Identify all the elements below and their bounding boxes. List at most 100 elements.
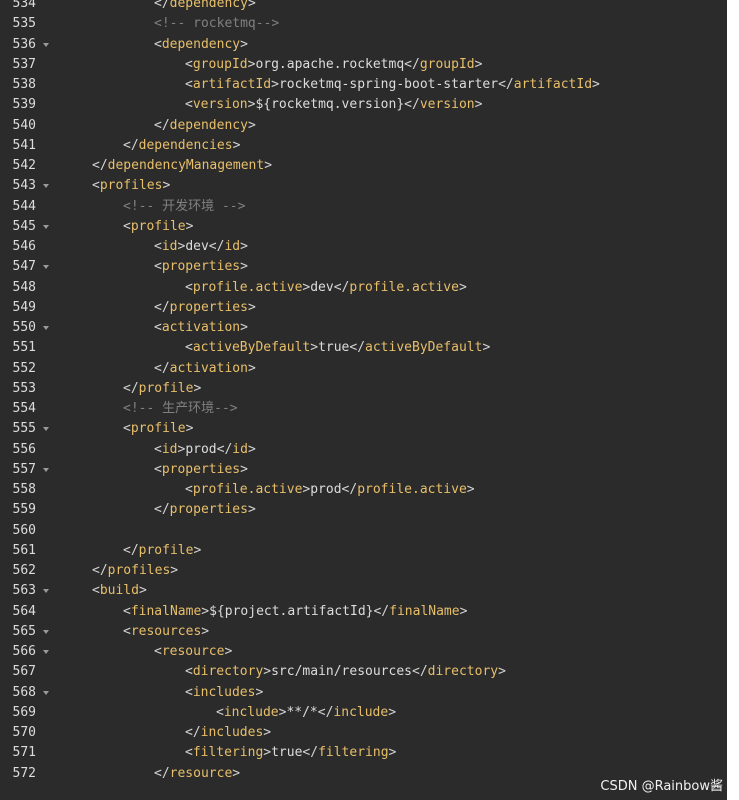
code-content: </dependencyManagement>	[92, 156, 272, 176]
code-content: <!-- rocketmq-->	[154, 14, 279, 34]
code-line: 541 </dependencies>	[0, 136, 727, 156]
line-number: 564	[12, 603, 36, 619]
code-content: </properties>	[154, 500, 256, 520]
tag-bracket: </	[154, 502, 170, 518]
tag-bracket: </	[349, 340, 366, 356]
tag-bracket: >	[271, 77, 279, 92]
code-line: 567 <directory>src/main/resources</direct…	[0, 662, 727, 682]
code-content: </resource>	[154, 764, 240, 784]
tag-name: artifactId	[192, 77, 272, 92]
tag-bracket: </	[317, 704, 334, 720]
tag-bracket: </	[216, 441, 233, 457]
line-number: 537	[12, 56, 36, 72]
tag-bracket: >	[247, 117, 256, 133]
tag-bracket: >	[240, 36, 248, 52]
text-value: true	[271, 745, 303, 761]
tag-bracket: >	[240, 259, 248, 275]
line-number: 570	[12, 725, 36, 740]
watermark-text: CSDN @Rainbow酱	[600, 779, 723, 794]
fold-toggle-icon[interactable]	[43, 326, 49, 330]
tag-name: dependencyManagement	[107, 158, 265, 173]
fold-toggle-icon[interactable]	[43, 467, 49, 472]
line-number: 544	[12, 198, 36, 214]
line-number: 559	[12, 502, 36, 518]
tag-bracket: </	[333, 279, 350, 295]
code-line: 556 <id>prod</id>	[0, 440, 727, 460]
fold-toggle-icon[interactable]	[43, 184, 49, 189]
tag-bracket: </	[123, 542, 139, 558]
code-line: 537 <groupId>org.apache.rocketmq</groupId…	[0, 55, 727, 75]
tag-name: profile.active	[192, 279, 303, 295]
code-line: 553 </profile>	[0, 379, 727, 399]
tag-bracket: <	[154, 320, 162, 335]
tag-bracket: >	[240, 320, 248, 335]
line-number: 548	[12, 279, 36, 295]
tag-name: filtering	[192, 745, 264, 761]
code-editor[interactable]: 534 </dependency> 535 <!-- rocketmq--> 536 <d…	[0, 0, 727, 800]
tag-bracket: </	[123, 137, 139, 153]
tag-bracket: >	[138, 583, 147, 599]
fold-toggle-icon[interactable]	[43, 589, 49, 594]
fold-toggle-icon[interactable]	[43, 42, 49, 47]
tag-bracket: >	[592, 77, 600, 92]
fold-toggle-icon[interactable]	[43, 650, 49, 654]
code-line: 546 <id>dev</id>	[0, 237, 727, 257]
code-line: 552 </activation>	[0, 359, 727, 379]
tag-name: directory	[427, 664, 499, 680]
fold-toggle-icon[interactable]	[43, 224, 49, 229]
tag-bracket: <	[154, 36, 162, 52]
tag-bracket: <	[92, 178, 100, 194]
tag-name: activation	[169, 360, 248, 376]
tag-bracket: </	[154, 0, 170, 11]
code-content: <groupId>org.apache.rocketmq</groupId>	[185, 55, 482, 75]
code-content: <!-- 生产环境-->	[123, 399, 238, 419]
code-content: <profiles>	[92, 176, 170, 196]
fold-toggle-icon[interactable]	[43, 629, 49, 634]
tag-name: groupId	[419, 56, 475, 72]
tag-bracket: <	[123, 603, 131, 619]
code-content: </profile>	[123, 541, 201, 561]
code-line: 538 <artifactId>rocketmq-spring-boot-star…	[0, 75, 727, 95]
tag-bracket: </	[208, 239, 225, 254]
tag-bracket: >	[224, 644, 233, 659]
line-number: 554	[12, 401, 36, 416]
fold-toggle-icon[interactable]	[43, 265, 49, 270]
text-value: src/main/resources	[271, 664, 412, 680]
line-number: 547	[12, 259, 36, 275]
code-line: 563 <build>	[0, 581, 727, 601]
tag-bracket: >	[232, 137, 241, 153]
tag-bracket: >	[247, 441, 256, 457]
code-content: </properties>	[154, 298, 256, 318]
text-value: ${rocketmq.version}	[255, 97, 405, 113]
line-number: 568	[12, 684, 36, 700]
tag-bracket: <	[123, 623, 131, 639]
tag-name: directory	[192, 664, 264, 680]
code-content: <profile.active>prod</profile.active>	[185, 480, 475, 500]
fold-toggle-icon[interactable]	[43, 690, 49, 695]
tag-name: dependency	[169, 117, 248, 133]
tag-bracket: <	[154, 239, 162, 254]
line-number: 535	[12, 16, 36, 32]
page-scrollbar-track[interactable]	[727, 0, 739, 800]
code-line: 554 <!-- 生产环境-->	[0, 399, 727, 419]
tag-bracket: >	[255, 684, 264, 700]
tag-name: profile	[138, 380, 194, 396]
tag-name: finalName	[389, 603, 460, 619]
tag-bracket: >	[247, 299, 256, 315]
code-line: 555 <profile>	[0, 419, 727, 439]
tag-name: filtering	[318, 745, 389, 761]
tag-bracket: </	[302, 745, 319, 761]
xml-comment: <!-- 生产环境-->	[123, 401, 238, 416]
code-content: </dependencies>	[123, 136, 240, 156]
line-number: 567	[12, 664, 36, 680]
tag-bracket: >	[474, 97, 483, 113]
tag-name: id	[232, 441, 248, 457]
line-number: 556	[12, 441, 36, 457]
line-number: 563	[12, 583, 36, 599]
tag-bracket: <	[185, 340, 193, 356]
code-line: 557 <properties>	[0, 460, 727, 480]
fold-toggle-icon[interactable]	[43, 427, 49, 432]
tag-name: profile	[138, 542, 194, 558]
tag-bracket: <	[185, 279, 193, 295]
tag-bracket: </	[341, 482, 358, 497]
